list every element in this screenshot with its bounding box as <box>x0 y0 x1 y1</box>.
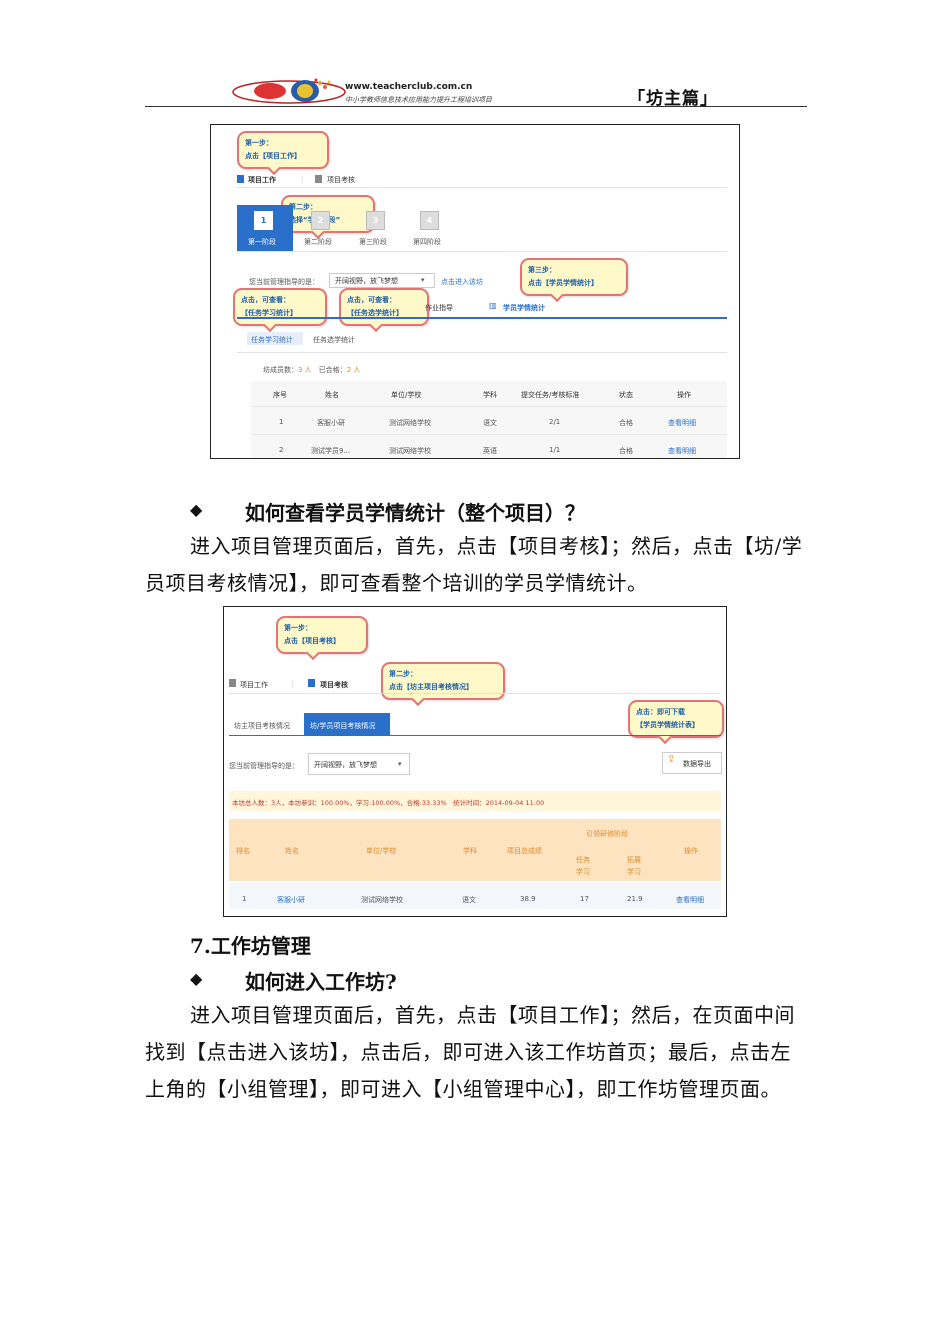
site-logo <box>232 76 347 104</box>
table-header: 引领研修阶段 <box>586 830 628 838</box>
bullet-diamond-icon: ◆ <box>190 500 203 519</box>
enter-workshop-link[interactable]: 点击进入该坊 <box>441 277 483 287</box>
stage-4-number: 4 <box>420 211 439 230</box>
project-work-icon <box>229 679 236 687</box>
stage-2-number: 2 <box>311 211 330 230</box>
site-url: www.teacherclub.com.cn <box>345 82 473 92</box>
table-header: 学科 <box>463 847 477 855</box>
table-header: 姓名 <box>325 391 339 399</box>
guide-select-value: 开阔视野，放飞梦想 <box>335 277 398 285</box>
tab-member-assess[interactable]: 坊/学员项目考核情况 <box>310 721 375 731</box>
table-header: 操作 <box>684 847 698 855</box>
section2-line1: 进入项目管理页面后，首先，点击【项目工作】；然后，在页面中间 <box>190 1003 795 1027</box>
export-label: 数据导出 <box>683 760 711 768</box>
stage-1-number: 1 <box>254 211 273 230</box>
table-header: 姓名 <box>285 847 299 855</box>
table-header: 单位/学校 <box>366 847 397 855</box>
site-slogan: 中小学教师信息技术应用能力提升工程培训项目 <box>345 96 492 104</box>
table-header: 操作 <box>677 391 691 399</box>
chevron-down-icon: ▾ <box>421 276 425 284</box>
table-header: 提交任务/考核标准 <box>521 391 580 399</box>
table-header: 单位/学校 <box>391 391 422 399</box>
tab-task-learn-stats[interactable]: 任务学习统计 <box>251 335 293 345</box>
stage-3-number: 3 <box>366 211 385 230</box>
guide-label: 您当前管理指导的是： <box>249 278 319 286</box>
callout-view-elective: 点击，可查看： 【任务选学统计】 <box>339 288 429 326</box>
project-work-icon <box>237 175 244 183</box>
section2-line2: 找到【点击进入该坊】，点击后，即可进入该工作坊首页；最后，点击左 <box>145 1040 791 1064</box>
view-details-link[interactable]: 查看明细 <box>668 446 696 456</box>
summary-text: 本坊总人数：3人，本坊参训：100.00%，学习:100.00%，合格:33.3… <box>232 799 545 807</box>
stage-4-label[interactable]: 第四阶段 <box>413 237 441 247</box>
bullet-diamond-icon: ◆ <box>190 969 203 988</box>
guide-label: 您当前管理指导的是： <box>229 762 299 770</box>
tab-project-work[interactable]: 项目工作 <box>248 175 276 185</box>
export-icon: ⇪ <box>667 754 676 765</box>
table-header: 项目总成绩 <box>507 847 542 855</box>
section2-line3: 上角的【小组管理】，即可进入【小组管理中心】，即工作坊管理页面。 <box>145 1077 781 1101</box>
callout-step1: 第一步： 点击【项目工作】 <box>237 131 329 169</box>
table-header: 排名 <box>236 847 250 855</box>
members-summary: 坊成员数：3 人 已合格：2 人 <box>263 366 361 374</box>
tab-homework[interactable]: 作业指导 <box>425 303 453 313</box>
tab-task-elective-stats[interactable]: 任务选学统计 <box>313 335 355 345</box>
screenshot-project-work: 第一步：点击【项目工作】 项目工作 | 项目考核 第二步：选择“学习阶段” 1 … <box>210 124 740 459</box>
bar-chart-icon: ▥ <box>489 301 497 310</box>
tab-project-assess[interactable]: 项目考核 <box>327 175 355 185</box>
section1-line1: 进入项目管理页面后，首先，点击【项目考核】；然后，点击【坊/学 <box>190 534 803 558</box>
table-header: 学科 <box>483 391 497 399</box>
member-name-link[interactable]: 客服小研 <box>277 895 305 905</box>
header-divider <box>145 106 807 107</box>
tab-member-stats[interactable]: 学员学情统计 <box>503 303 545 313</box>
stage-2-label[interactable]: 第二阶段 <box>304 237 332 247</box>
callout-step1: 第一步： 点击【项目考核】 <box>276 616 368 654</box>
tab-project-work[interactable]: 项目工作 <box>240 680 268 690</box>
section1-heading: 如何查看学员学情统计（整个项目）？ <box>245 501 585 525</box>
section1-line2: 员项目考核情况】，即可查看整个培训的学员学情统计。 <box>145 571 648 595</box>
stage-1-label: 第一阶段 <box>248 238 276 246</box>
table-header: 状态 <box>619 391 633 399</box>
screenshot-project-assess: 第一步： 点击【项目考核】 项目工作 | 项目考核 第二步： 点击【坊主项目考核情况… <box>223 606 727 917</box>
guide-select-value: 开阔视野，放飞梦想 <box>314 761 377 769</box>
section2-heading: 如何进入工作坊? <box>245 970 397 994</box>
callout-step2: 第二步： 点击【坊主项目考核情况】 <box>381 662 505 700</box>
tab-owner-assess[interactable]: 坊主项目考核情况 <box>234 721 290 731</box>
table-header: 序号 <box>273 391 287 399</box>
callout-step3: 第三步： 点击【学员学情统计】 <box>520 258 628 296</box>
callout-view-learn: 点击，可查看： 【任务学习统计】 <box>233 288 327 326</box>
view-details-link[interactable]: 查看明细 <box>676 895 704 905</box>
callout-download: 点击：即可下载 【学员学情统计表】 <box>628 700 724 738</box>
project-assess-icon <box>315 175 322 183</box>
tab-project-assess[interactable]: 项目考核 <box>320 680 348 690</box>
view-details-link[interactable]: 查看明细 <box>668 418 696 428</box>
section2-title: 7.工作坊管理 <box>190 934 311 958</box>
chevron-down-icon: ▾ <box>398 760 402 768</box>
stage-3-label[interactable]: 第三阶段 <box>359 237 387 247</box>
project-assess-icon <box>308 679 315 687</box>
